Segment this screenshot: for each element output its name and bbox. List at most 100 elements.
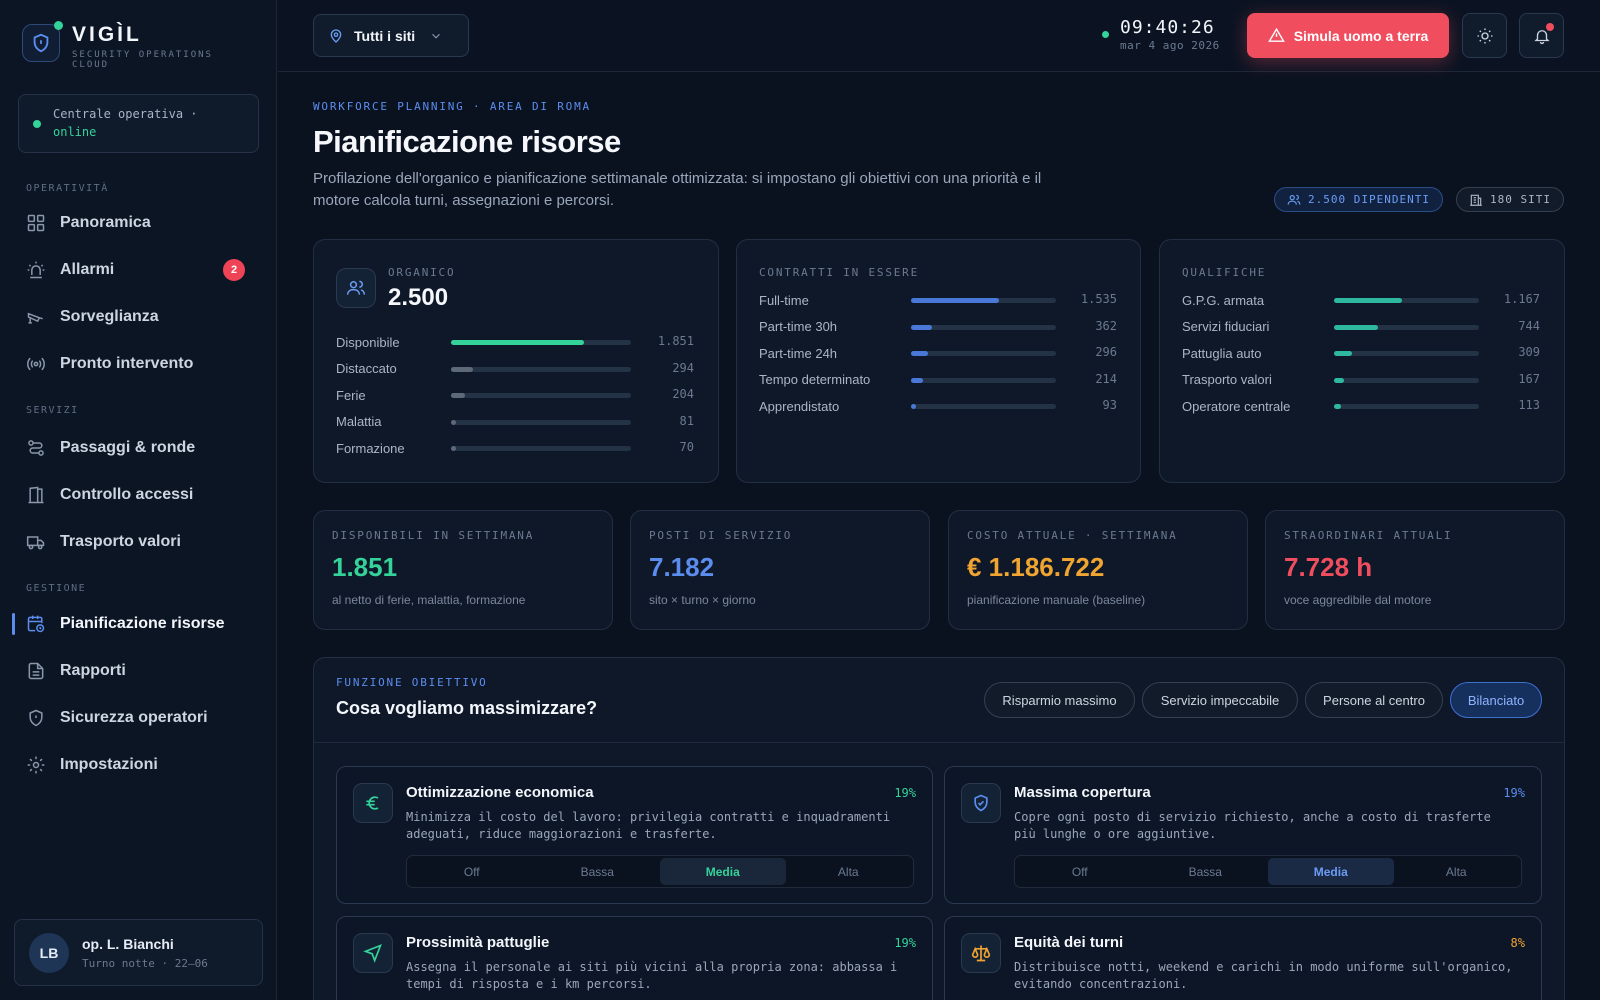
goal-title: Ottimizzazione economica xyxy=(406,784,594,801)
bar-track xyxy=(911,377,1056,383)
bar-row-label: Operatore centrale xyxy=(1182,398,1291,414)
bar-row-value: 1.167 xyxy=(1503,292,1540,306)
priority-bassa[interactable]: Bassa xyxy=(535,858,661,885)
kpi-card-disponibili: DISPONIBILI IN SETTIMANA 1.851 al netto … xyxy=(313,510,613,630)
employees-chip-label: 2.500 DIPENDENTI xyxy=(1308,193,1430,206)
bar-track xyxy=(911,404,1056,409)
organico-total: 2.500 xyxy=(388,284,449,311)
sidebar-item-passaggi-ronde[interactable]: Passaggi & ronde xyxy=(16,428,261,468)
camera-icon xyxy=(27,312,43,324)
sidebar-item-label: Pianificazione risorse xyxy=(60,615,225,632)
bar-row-value: 1.851 xyxy=(657,334,694,348)
priority-alta[interactable]: Alta xyxy=(1394,858,1520,885)
bar-fill xyxy=(451,446,456,451)
bar-row-label: Trasporto valori xyxy=(1182,372,1272,387)
bar-row-value: 204 xyxy=(672,387,694,401)
bar-row-label: Full-time xyxy=(759,292,809,308)
kpi-label: POSTI DI SERVIZIO xyxy=(649,529,793,542)
bar-row: Apprendistato 93 xyxy=(759,396,1117,416)
bar-fill xyxy=(911,351,928,356)
sidebar-item-pianificazione-risorse[interactable]: Pianificazione risorse xyxy=(16,604,261,644)
bar-row: Part-time 24h 296 xyxy=(759,343,1117,363)
priority-bassa[interactable]: Bassa xyxy=(1143,858,1269,885)
bar-track xyxy=(1334,298,1479,303)
preset-risparmio-massimo[interactable]: Risparmio massimo xyxy=(984,682,1135,718)
objective-function-panel: FUNZIONE OBIETTIVO Cosa vogliamo massimi… xyxy=(313,657,1565,1000)
notifications-button[interactable] xyxy=(1519,13,1564,58)
document-icon xyxy=(28,662,44,680)
bar-track xyxy=(451,419,631,425)
priority-segmented-control: Off Bassa Media Alta xyxy=(1014,855,1522,888)
bar-row-value: 296 xyxy=(1095,345,1117,359)
preset-persone-al-centro[interactable]: Persone al centro xyxy=(1305,682,1443,718)
status-label: Centrale operativa · xyxy=(53,107,198,121)
brand-logo[interactable]: VIGÌL SECURITY OPERATIONS CLOUD xyxy=(22,21,222,70)
gear-icon xyxy=(27,756,45,774)
sidebar-item-controllo-accessi[interactable]: Controllo accessi xyxy=(16,475,261,515)
goal-card-copertura: Massima copertura 19% Copre ogni posto d… xyxy=(944,766,1542,904)
bar-row: Part-time 30h 362 xyxy=(759,317,1117,337)
euro-icon xyxy=(353,783,393,823)
bar-row-value: 1.535 xyxy=(1080,292,1117,306)
page-description: Profilazione dell'organico e pianificazi… xyxy=(313,170,1042,209)
goal-weight: 8% xyxy=(1510,936,1525,950)
contratti-label: CONTRATTI IN ESSERE xyxy=(759,266,920,279)
site-selector[interactable]: Tutti i siti xyxy=(313,14,469,57)
divider xyxy=(314,742,1564,743)
simulate-man-down-button[interactable]: Simula uomo a terra xyxy=(1247,13,1449,58)
bar-track xyxy=(1334,324,1479,330)
bar-fill xyxy=(451,393,465,398)
bar-row-label: Part-time 24h xyxy=(759,345,838,361)
contratti-card: CONTRATTI IN ESSERE Full-time 1.535 Part-t… xyxy=(736,239,1141,483)
sidebar-item-allarmi[interactable]: Allarmi 2 xyxy=(16,250,261,290)
bar-row: G.P.G. armata 1.167 xyxy=(1182,290,1540,310)
scale-icon xyxy=(961,933,1001,973)
bar-track xyxy=(1334,351,1479,356)
navigation-icon xyxy=(353,933,393,973)
bar-row-label: Part-time 30h xyxy=(759,319,838,334)
sidebar-item-panoramica[interactable]: Panoramica xyxy=(16,203,261,243)
goal-card-equita: Equità dei turni 8% Distribuisce notti, … xyxy=(944,916,1542,1000)
user-profile[interactable]: LB op. L. Bianchi Turno notte · 22–06 xyxy=(14,919,263,986)
bar-row-label: G.P.G. armata xyxy=(1182,292,1265,308)
priority-off[interactable]: Off xyxy=(1017,858,1143,885)
sidebar-item-sicurezza-operatori[interactable]: Sicurezza operatori xyxy=(16,698,261,738)
preset-bilanciato[interactable]: Bilanciato xyxy=(1450,682,1542,718)
sidebar-item-impostazioni[interactable]: Impostazioni xyxy=(16,745,261,785)
kpi-value: 7.728 h xyxy=(1284,552,1373,582)
preset-servizio-impeccabile[interactable]: Servizio impeccabile xyxy=(1142,682,1298,718)
sidebar-item-rapporti[interactable]: Rapporti xyxy=(16,651,261,691)
bar-row-value: 744 xyxy=(1518,318,1540,333)
bar-row-value: 81 xyxy=(679,413,694,428)
bar-row-label: Distaccato xyxy=(336,361,397,376)
sidebar-item-pronto-intervento[interactable]: Pronto intervento xyxy=(16,344,261,384)
bar-row-label: Ferie xyxy=(336,387,366,403)
nav-section-servizi: SERVIZI xyxy=(26,405,79,416)
users-icon xyxy=(1287,194,1301,205)
brand-subtitle: SECURITY OPERATIONS CLOUD xyxy=(72,50,213,70)
theme-toggle-button[interactable] xyxy=(1462,13,1507,58)
priority-media[interactable]: Media xyxy=(660,858,786,885)
priority-media[interactable]: Media xyxy=(1268,858,1394,885)
bar-fill xyxy=(1334,324,1378,330)
bar-row-value: 167 xyxy=(1518,371,1540,386)
clock-time: 09:40:26 xyxy=(1120,17,1215,38)
kpi-label: COSTO ATTUALE · SETTIMANA xyxy=(967,529,1178,542)
sidebar-item-trasporto-valori[interactable]: Trasporto valori xyxy=(16,522,261,562)
bar-row: Pattuglia auto 309 xyxy=(1182,343,1540,363)
bar-row-label: Malattia xyxy=(336,414,382,429)
sidebar-item-label: Rapporti xyxy=(60,662,126,679)
priority-alta[interactable]: Alta xyxy=(786,858,912,885)
goal-card-prossimita: Prossimità pattuglie 19% Assegna il pers… xyxy=(336,916,933,1000)
online-indicator xyxy=(33,120,41,128)
brand-name: VIGÌL xyxy=(72,23,142,46)
organico-card: ORGANICO 2.500 Disponibile 1.851 Distaccat… xyxy=(313,239,719,483)
sidebar-item-sorveglianza[interactable]: Sorveglianza xyxy=(16,297,261,337)
building-icon xyxy=(1470,194,1482,206)
simulate-button-label: Simula uomo a terra xyxy=(1293,27,1429,44)
bar-track xyxy=(451,393,631,398)
kpi-label: STRAORDINARI ATTUALI xyxy=(1284,529,1453,542)
sites-chip-label: 180 SITI xyxy=(1490,193,1551,206)
sidebar-item-label: Allarmi xyxy=(60,261,115,278)
priority-off[interactable]: Off xyxy=(409,858,535,885)
